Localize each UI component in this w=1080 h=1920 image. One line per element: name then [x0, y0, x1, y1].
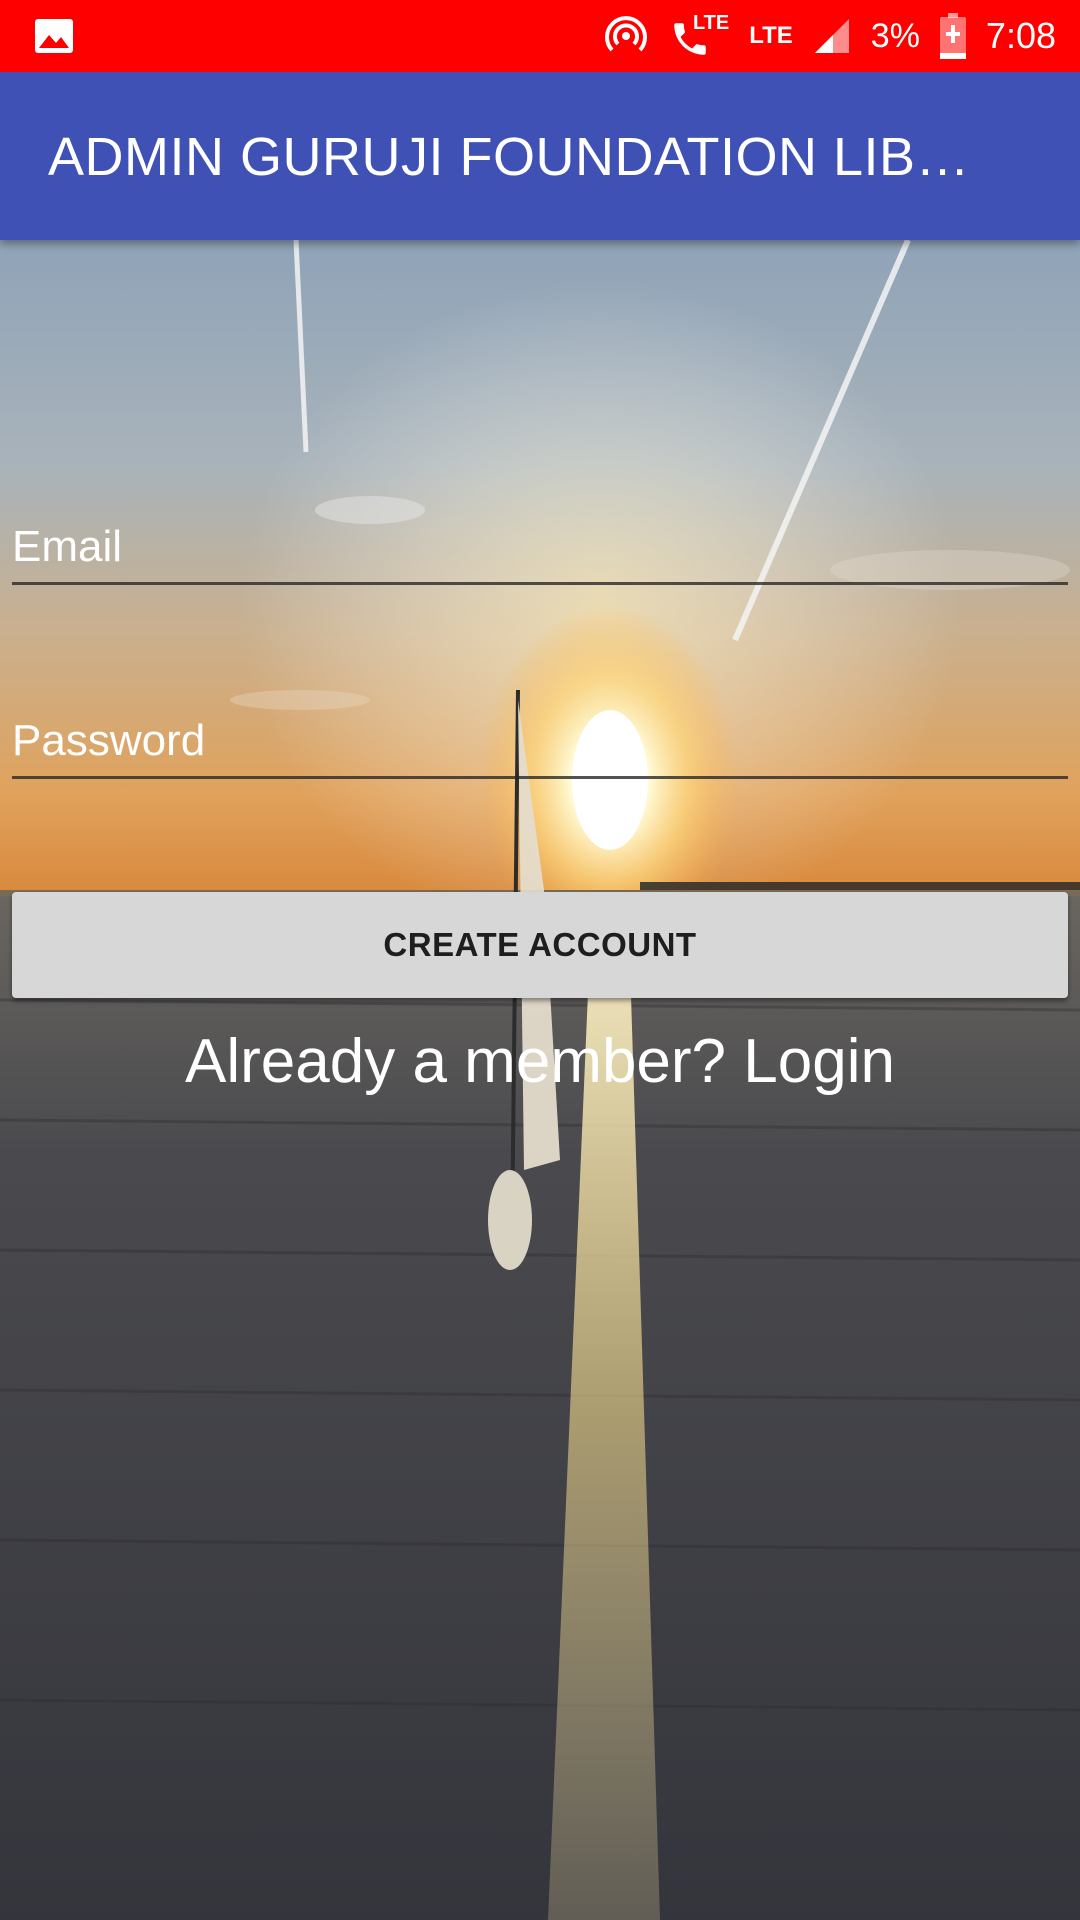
status-icons: LTE LTE 3% 7:08: [603, 0, 1056, 72]
password-field[interactable]: [12, 706, 1068, 779]
email-field[interactable]: [12, 512, 1068, 585]
battery-percentage: 3%: [870, 17, 920, 55]
login-link[interactable]: Already a member? Login: [0, 1024, 1080, 1100]
email-input[interactable]: [12, 512, 1068, 582]
screen: LTE LTE 3% 7:08 ADMIN GURUJI FOUNDATION …: [0, 0, 1080, 1920]
status-bar: LTE LTE 3% 7:08: [0, 0, 1080, 72]
volte-call-indicator: LTE: [669, 12, 729, 60]
battery-charging-icon: [939, 13, 966, 59]
app-bar: ADMIN GURUJI FOUNDATION LIB…: [0, 72, 1080, 240]
create-account-button[interactable]: CREATE ACCOUNT: [12, 892, 1068, 998]
password-input[interactable]: [12, 706, 1068, 776]
network-type-label: LTE: [749, 22, 793, 49]
hotspot-icon: [605, 16, 648, 52]
app-title: ADMIN GURUJI FOUNDATION LIB…: [48, 127, 971, 187]
gallery-icon: [35, 19, 73, 53]
clock: 7:08: [985, 15, 1056, 56]
call-lte-label: LTE: [692, 12, 730, 34]
signal-icon: [814, 19, 849, 53]
